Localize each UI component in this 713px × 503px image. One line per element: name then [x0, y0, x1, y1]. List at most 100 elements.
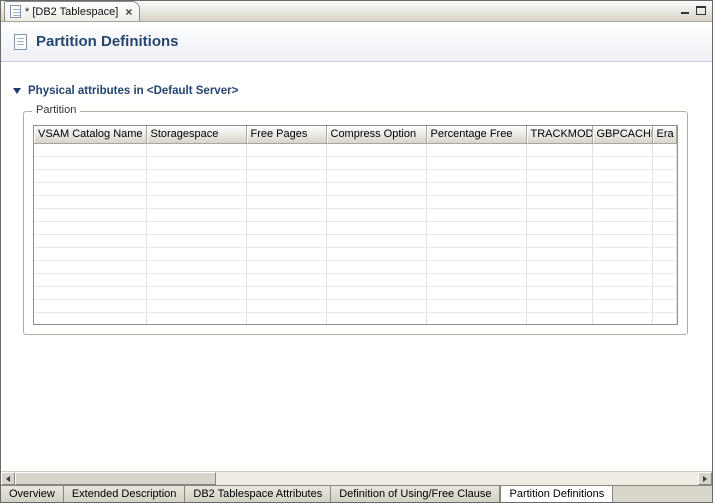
table-cell[interactable]	[34, 169, 147, 183]
table-cell[interactable]	[146, 156, 247, 170]
scroll-right-button[interactable]	[698, 472, 712, 485]
table-cell[interactable]	[426, 169, 527, 183]
table-cell[interactable]	[326, 156, 427, 170]
table-cell[interactable]	[652, 208, 677, 222]
table-cell[interactable]	[426, 195, 527, 209]
table-cell[interactable]	[426, 273, 527, 287]
tab-partition-definitions[interactable]: Partition Definitions	[500, 486, 614, 502]
table-cell[interactable]	[34, 286, 147, 300]
table-cell[interactable]	[146, 273, 247, 287]
table-cell[interactable]	[146, 169, 247, 183]
table-cell[interactable]	[34, 312, 147, 324]
table-cell[interactable]	[652, 247, 677, 261]
table-cell[interactable]	[326, 312, 427, 324]
table-cell[interactable]	[426, 260, 527, 274]
table-row[interactable]	[34, 234, 677, 248]
column-header[interactable]: Era	[652, 126, 677, 144]
table-cell[interactable]	[246, 234, 327, 248]
column-header[interactable]: TRACKMOD	[526, 126, 593, 144]
table-cell[interactable]	[526, 299, 593, 313]
scrollbar-track[interactable]	[15, 472, 698, 485]
table-cell[interactable]	[326, 299, 427, 313]
table-cell[interactable]	[146, 143, 247, 157]
table-row[interactable]	[34, 273, 677, 287]
table-cell[interactable]	[246, 156, 327, 170]
table-cell[interactable]	[652, 169, 677, 183]
close-icon[interactable]: ×	[125, 6, 132, 18]
table-row[interactable]	[34, 143, 677, 157]
table-row[interactable]	[34, 299, 677, 313]
table-cell[interactable]	[592, 273, 653, 287]
tab-definition-of-using-free-clause[interactable]: Definition of Using/Free Clause	[331, 486, 501, 502]
table-cell[interactable]	[146, 299, 247, 313]
tab-extended-description[interactable]: Extended Description	[63, 486, 186, 502]
table-cell[interactable]	[426, 247, 527, 261]
editor-tab-db2-tablespace[interactable]: * [DB2 Tablespace] ×	[4, 1, 141, 21]
table-cell[interactable]	[34, 156, 147, 170]
table-cell[interactable]	[34, 195, 147, 209]
table-cell[interactable]	[146, 182, 247, 196]
column-header[interactable]: Storagespace	[146, 126, 247, 144]
table-cell[interactable]	[34, 260, 147, 274]
table-cell[interactable]	[146, 312, 247, 324]
table-cell[interactable]	[652, 143, 677, 157]
tab-overview[interactable]: Overview	[1, 486, 64, 502]
table-row[interactable]	[34, 221, 677, 235]
table-cell[interactable]	[34, 143, 147, 157]
table-row[interactable]	[34, 195, 677, 209]
table-cell[interactable]	[652, 234, 677, 248]
table-cell[interactable]	[426, 286, 527, 300]
table-cell[interactable]	[146, 221, 247, 235]
table-cell[interactable]	[146, 286, 247, 300]
table-row[interactable]	[34, 208, 677, 222]
section-header-physical-attributes[interactable]: Physical attributes in <Default Server>	[13, 85, 712, 97]
table-cell[interactable]	[426, 312, 527, 324]
table-cell[interactable]	[246, 260, 327, 274]
table-cell[interactable]	[592, 156, 653, 170]
table-cell[interactable]	[652, 156, 677, 170]
table-cell[interactable]	[652, 260, 677, 274]
table-cell[interactable]	[592, 247, 653, 261]
table-cell[interactable]	[246, 208, 327, 222]
table-cell[interactable]	[34, 273, 147, 287]
table-row[interactable]	[34, 156, 677, 170]
column-header[interactable]: GBPCACHE	[592, 126, 653, 144]
table-row[interactable]	[34, 182, 677, 196]
table-cell[interactable]	[326, 221, 427, 235]
table-cell[interactable]	[652, 299, 677, 313]
table-cell[interactable]	[652, 273, 677, 287]
table-cell[interactable]	[146, 208, 247, 222]
table-cell[interactable]	[426, 143, 527, 157]
table-cell[interactable]	[34, 182, 147, 196]
table-row[interactable]	[34, 247, 677, 261]
table-cell[interactable]	[34, 299, 147, 313]
table-cell[interactable]	[526, 195, 593, 209]
table-row[interactable]	[34, 260, 677, 274]
table-cell[interactable]	[526, 312, 593, 324]
column-header[interactable]: Percentage Free	[426, 126, 527, 144]
table-row[interactable]	[34, 169, 677, 183]
chevron-down-icon[interactable]	[13, 88, 21, 94]
table-cell[interactable]	[246, 312, 327, 324]
scrollbar-thumb[interactable]	[15, 472, 216, 485]
table-cell[interactable]	[34, 234, 147, 248]
tab-db2-tablespace-attributes[interactable]: DB2 Tablespace Attributes	[185, 486, 332, 502]
table-cell[interactable]	[326, 182, 427, 196]
table-cell[interactable]	[326, 260, 427, 274]
table-cell[interactable]	[526, 156, 593, 170]
table-cell[interactable]	[652, 182, 677, 196]
maximize-icon[interactable]	[695, 5, 707, 16]
table-cell[interactable]	[592, 195, 653, 209]
table-cell[interactable]	[246, 273, 327, 287]
table-cell[interactable]	[146, 195, 247, 209]
table-cell[interactable]	[326, 208, 427, 222]
table-cell[interactable]	[326, 169, 427, 183]
minimize-icon[interactable]	[679, 5, 691, 16]
table-cell[interactable]	[592, 143, 653, 157]
table-row[interactable]	[34, 312, 677, 324]
table-cell[interactable]	[246, 247, 327, 261]
table-cell[interactable]	[526, 286, 593, 300]
table-cell[interactable]	[146, 260, 247, 274]
table-cell[interactable]	[592, 221, 653, 235]
table-cell[interactable]	[246, 169, 327, 183]
